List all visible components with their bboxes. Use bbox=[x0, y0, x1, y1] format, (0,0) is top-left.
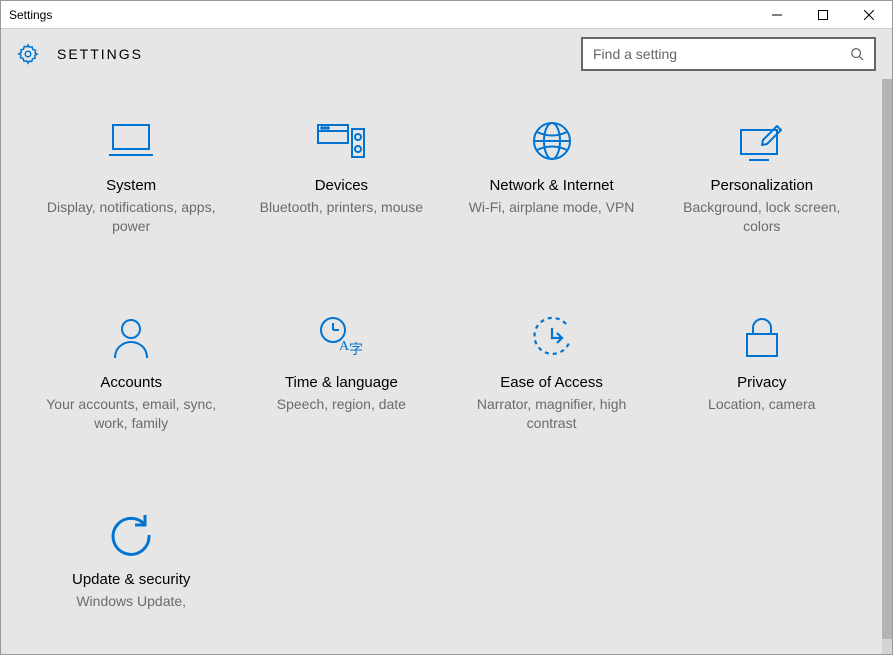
category-title: Personalization bbox=[710, 177, 813, 194]
time-language-icon: A 字 bbox=[315, 316, 367, 360]
scrollbar-thumb[interactable] bbox=[882, 79, 892, 639]
category-personalization[interactable]: Personalization Background, lock screen,… bbox=[662, 119, 862, 236]
category-desc: Background, lock screen, colors bbox=[662, 198, 862, 236]
category-desc: Narrator, magnifier, high contrast bbox=[452, 395, 652, 433]
gear-icon bbox=[17, 43, 39, 65]
page-title: SETTINGS bbox=[57, 46, 143, 62]
close-button[interactable] bbox=[846, 1, 892, 29]
category-title: System bbox=[106, 177, 156, 194]
category-title: Update & security bbox=[72, 571, 190, 588]
category-title: Time & language bbox=[285, 374, 398, 391]
category-desc: Location, camera bbox=[698, 395, 825, 414]
network-icon bbox=[526, 119, 578, 163]
category-title: Ease of Access bbox=[500, 374, 603, 391]
privacy-icon bbox=[736, 316, 788, 360]
svg-text:字: 字 bbox=[349, 342, 363, 358]
category-desc: Speech, region, date bbox=[267, 395, 416, 414]
category-time-language[interactable]: A 字 Time & language Speech, region, date bbox=[241, 316, 441, 433]
category-desc: Wi-Fi, airplane mode, VPN bbox=[459, 198, 645, 217]
category-network[interactable]: Network & Internet Wi-Fi, airplane mode,… bbox=[452, 119, 652, 236]
category-devices[interactable]: Devices Bluetooth, printers, mouse bbox=[241, 119, 441, 236]
content-area: System Display, notifications, apps, pow… bbox=[1, 79, 892, 654]
category-desc: Bluetooth, printers, mouse bbox=[250, 198, 433, 217]
window-title: Settings bbox=[1, 8, 52, 22]
search-input[interactable] bbox=[593, 46, 850, 62]
settings-window: Settings SETTINGS bbox=[0, 0, 893, 655]
category-title: Accounts bbox=[100, 374, 162, 391]
minimize-button[interactable] bbox=[754, 1, 800, 29]
category-desc: Display, notifications, apps, power bbox=[31, 198, 231, 236]
personalization-icon bbox=[736, 119, 788, 163]
category-system[interactable]: System Display, notifications, apps, pow… bbox=[31, 119, 231, 236]
devices-icon bbox=[315, 119, 367, 163]
close-icon bbox=[864, 10, 874, 20]
category-grid: System Display, notifications, apps, pow… bbox=[21, 119, 872, 610]
category-desc: Your accounts, email, sync, work, family bbox=[31, 395, 231, 433]
category-privacy[interactable]: Privacy Location, camera bbox=[662, 316, 862, 433]
category-desc: Windows Update, bbox=[66, 592, 196, 611]
category-ease-of-access[interactable]: Ease of Access Narrator, magnifier, high… bbox=[452, 316, 652, 433]
category-title: Devices bbox=[315, 177, 368, 194]
minimize-icon bbox=[772, 10, 782, 20]
category-title: Privacy bbox=[737, 374, 786, 391]
ease-of-access-icon bbox=[526, 316, 578, 360]
maximize-button[interactable] bbox=[800, 1, 846, 29]
search-input-container[interactable] bbox=[581, 37, 876, 71]
category-accounts[interactable]: Accounts Your accounts, email, sync, wor… bbox=[31, 316, 231, 433]
category-title: Network & Internet bbox=[489, 177, 613, 194]
header: SETTINGS bbox=[1, 29, 892, 79]
accounts-icon bbox=[105, 316, 157, 360]
maximize-icon bbox=[818, 10, 828, 20]
search-icon bbox=[850, 47, 864, 61]
scrollbar-track[interactable] bbox=[882, 79, 892, 654]
category-update-security[interactable]: Update & security Windows Update, bbox=[31, 513, 231, 611]
titlebar: Settings bbox=[1, 1, 892, 29]
system-icon bbox=[105, 119, 157, 163]
update-security-icon bbox=[105, 513, 157, 557]
